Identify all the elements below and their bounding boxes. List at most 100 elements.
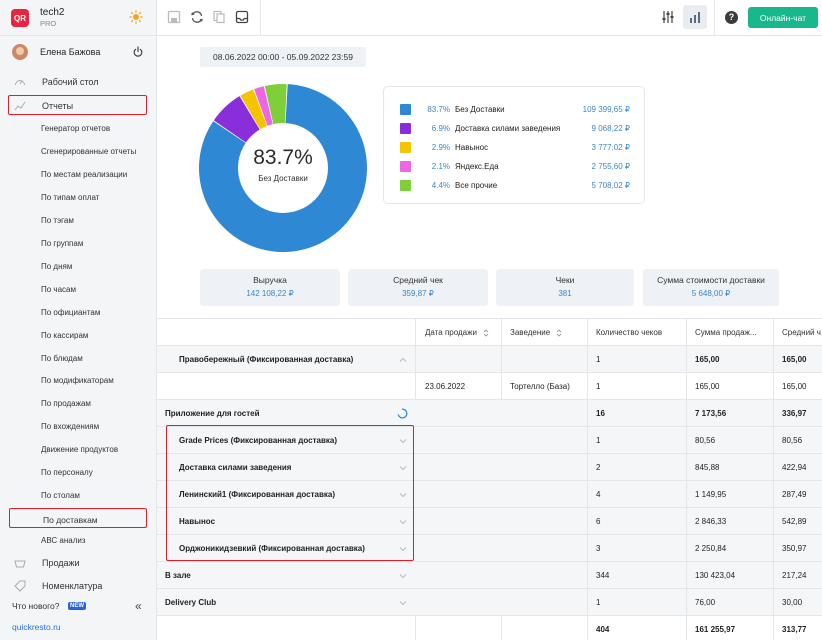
sidebar-item-by-tags[interactable]: По тэгам [41,216,74,225]
row-sum: 845,88 [695,463,720,472]
stat-title: Сумма стоимости доставки [657,275,765,285]
row-avg: 287,49 [782,490,807,499]
totals-row: 404 161 255,97 313,77 [157,616,822,640]
highlight-reports [8,95,147,115]
sidebar-item-by-staff[interactable]: По персоналу [41,468,93,477]
power-icon[interactable] [132,46,144,58]
sidebar-item-by-modifiers[interactable]: По модификаторам [41,376,114,385]
legend-name: Без Доставки [455,105,505,114]
column-header-date[interactable]: Дата продажи [425,328,477,337]
sort-icon[interactable] [482,329,490,337]
refresh-icon[interactable] [190,10,204,24]
chevron-down-icon[interactable] [399,599,407,607]
filter-sliders-icon[interactable] [661,10,675,24]
row-sum: 130 423,04 [695,571,736,580]
legend-percent: 6.9% [431,124,450,133]
legend-item[interactable]: 4.4% Все прочие 5 708,02 ₽ [384,177,646,193]
legend-item[interactable]: 6.9% Доставка силами заведения 9 068,22 … [384,120,646,136]
table-row[interactable]: 23.06.2022 Тортелло (База) 1 165,00 165,… [157,373,822,400]
chart-toggle-button[interactable] [683,5,707,29]
table-row[interactable]: В зале 344 130 423,04 217,24 [157,562,822,589]
donut-center-label: Без Доставки [258,174,308,183]
legend-value: 3 777,02 ₽ [591,143,630,152]
sidebar-item-by-places[interactable]: По местам реализации [41,170,127,179]
sidebar-item-report-generator[interactable]: Генератор отчетов [41,124,110,133]
sidebar-item-product-movement[interactable]: Движение продуктов [41,445,118,454]
row-count: 1 [596,436,601,445]
legend-name: Доставка силами заведения [455,124,561,133]
column-header-checks-count[interactable]: Количество чеков [596,328,662,337]
copy-icon[interactable] [212,10,226,24]
nav-nomenclature-label: Номенклатура [42,581,103,591]
row-avg: 165,00 [782,355,807,364]
column-divider [587,319,588,640]
save-icon[interactable] [167,10,181,24]
sidebar-item-by-hours[interactable]: По часам [41,285,76,294]
nav-sales[interactable]: Продажи [0,553,157,573]
sidebar-item-generated-reports[interactable]: Сгенерированные отчеты [41,147,136,156]
row-count: 16 [596,409,605,418]
sidebar-item-by-groups[interactable]: По группам [41,239,83,248]
online-chat-button[interactable]: Онлайн-чат [748,7,818,28]
column-header-sales-sum[interactable]: Сумма продаж... [695,328,757,337]
column-divider [501,319,502,400]
column-divider [415,616,416,640]
nav-nomenclature[interactable]: Номенклатура [0,576,157,596]
date-range[interactable]: 08.06.2022 00:00 - 05.09.2022 23:59 [200,47,366,67]
sidebar-item-by-days[interactable]: По дням [41,262,72,271]
row-sum: 2 846,33 [695,517,727,526]
row-sum: 165,00 [695,355,720,364]
gauge-icon [15,80,25,86]
legend-value: 5 708,02 ₽ [591,181,630,190]
stat-average-check: Средний чек 359,87 ₽ [348,269,488,306]
chevron-up-icon[interactable] [399,356,407,364]
sidebar-item-by-dishes[interactable]: По блюдам [41,354,83,363]
nav-desktop[interactable]: Рабочий стол [0,72,157,92]
column-header-venue[interactable]: Заведение [510,328,550,337]
site-link[interactable]: quickresto.ru [12,622,61,632]
inbox-icon[interactable] [235,10,249,24]
whats-new-link[interactable]: Что нового? [12,601,60,611]
toolbar-divider [714,0,715,36]
legend-item[interactable]: 2.9% Навынос 3 777,02 ₽ [384,139,646,155]
collapse-sidebar-icon[interactable]: « [135,599,142,613]
legend-swatch [400,104,411,115]
stat-title: Выручка [253,275,287,285]
sidebar-item-by-payment-types[interactable]: По типам оплат [41,193,99,202]
legend-name: Яндекс.Еда [455,162,499,171]
legend-name: Все прочие [455,181,498,190]
sidebar-item-by-waiters[interactable]: По официантам [41,308,100,317]
legend-item[interactable]: 2.1% Яндекс.Еда 2 755,60 ₽ [384,158,646,174]
row-count: 1 [596,598,601,607]
legend-percent: 4.4% [431,181,450,190]
row-avg: 350,97 [782,544,807,553]
sidebar-item-by-entries[interactable]: По вхождениям [41,422,99,431]
legend-swatch [400,123,411,134]
column-header-average-check[interactable]: Средний ч [782,328,821,337]
sidebar-item-abc-analysis[interactable]: АВС анализ [41,536,86,545]
table-row[interactable]: Приложение для гостей 16 7 173,56 336,97 [157,400,822,427]
plan-label: PRO [40,19,57,28]
legend-value: 109 399,65 ₽ [582,105,630,114]
sidebar-item-by-tables[interactable]: По столам [41,491,80,500]
legend-value: 9 068,22 ₽ [591,124,630,133]
app-logo: QR [11,9,29,27]
user-profile[interactable]: Елена Бажова [0,40,157,66]
chevron-down-icon[interactable] [399,572,407,580]
bar-chart-icon [690,12,700,23]
legend-name: Навынос [455,143,489,152]
toolbar: ? Онлайн-чат [157,0,822,36]
table-row[interactable]: Delivery Club 1 76,00 30,00 [157,589,822,616]
stat-title: Средний чек [393,275,443,285]
sun-icon[interactable] [129,10,143,24]
legend-percent: 2.1% [431,162,450,171]
sidebar-item-by-cashiers[interactable]: По кассирам [41,331,88,340]
sort-icon[interactable] [555,329,563,337]
sidebar-item-by-sales[interactable]: По продажам [41,399,91,408]
legend-item[interactable]: 83.7% Без Доставки 109 399,65 ₽ [384,101,646,117]
deliveries-table: Дата продажи Заведение Количество чеков … [157,318,822,640]
table-row[interactable]: Правобережный (Фиксированная доставка) 1… [157,346,822,373]
help-icon[interactable]: ? [725,11,738,24]
toolbar-divider [260,0,261,36]
new-badge: NEW [68,602,86,610]
